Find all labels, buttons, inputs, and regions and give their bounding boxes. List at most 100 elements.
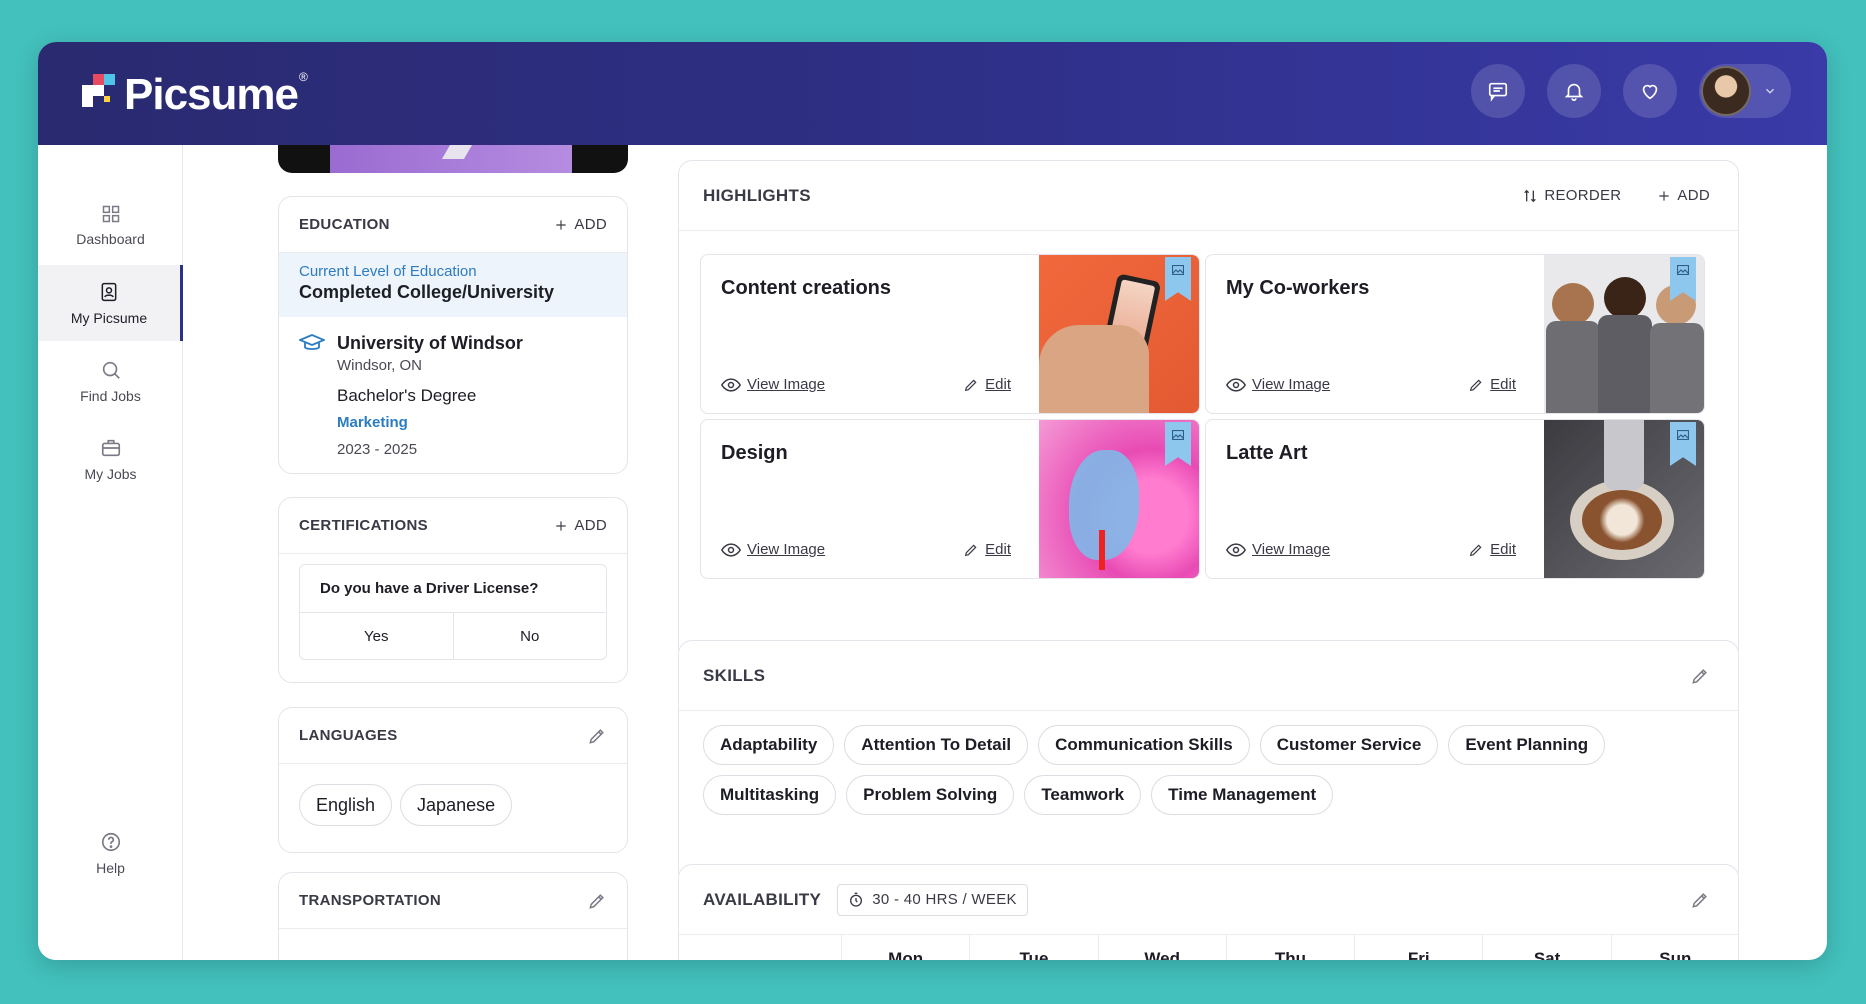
favorites-button[interactable]: [1623, 64, 1677, 118]
section-title: SKILLS: [703, 665, 766, 685]
hours-badge: 30 - 40 HRS / WEEK: [837, 883, 1028, 916]
sidebar-item-find-jobs[interactable]: Find Jobs: [38, 343, 183, 419]
degree: Bachelor's Degree: [337, 386, 477, 405]
pencil-icon[interactable]: [1690, 890, 1710, 910]
sidebar-item-label: My Jobs: [84, 465, 137, 482]
current-education-level: Current Level of Education Completed Col…: [279, 253, 627, 317]
highlight-card[interactable]: Content creations View Image Edit: [700, 254, 1200, 414]
section-title: LANGUAGES: [299, 727, 398, 744]
pencil-icon: [964, 378, 977, 391]
logo-mark: [82, 74, 116, 116]
sidebar-item-help[interactable]: Help: [38, 815, 183, 891]
highlight-title: Latte Art: [1226, 442, 1308, 464]
cover-image: [278, 145, 628, 173]
edit-link[interactable]: Edit: [1468, 541, 1516, 558]
skill-chip: Event Planning: [1448, 725, 1606, 765]
reorder-button[interactable]: REORDER: [1522, 187, 1621, 204]
eye-icon: [721, 377, 741, 392]
skill-chip: Teamwork: [1024, 775, 1142, 815]
skills-row-2: Multitasking Problem Solving Teamwork Ti…: [679, 765, 1738, 815]
school-name: University of Windsor: [337, 333, 523, 353]
logo-text: Picsume®: [124, 70, 308, 119]
driver-license-question: Do you have a Driver License? Yes No: [299, 564, 607, 660]
sidebar-item-my-picsume[interactable]: My Picsume: [38, 265, 183, 341]
no-option[interactable]: No: [454, 613, 607, 659]
sidebar-item-label: Dashboard: [76, 230, 145, 247]
sidebar-item-label: Help: [96, 859, 125, 876]
add-education-button[interactable]: ADD: [554, 216, 607, 233]
school-location: Windsor, ON: [337, 357, 423, 374]
language-chip: English: [299, 784, 393, 826]
top-bar: Picsume®: [38, 42, 1827, 145]
current-education-value: Completed College/University: [299, 282, 555, 302]
highlight-title: Design: [721, 442, 788, 464]
help-icon: [101, 832, 120, 851]
current-education-label: Current Level of Education: [299, 263, 477, 280]
heart-icon: [1642, 84, 1658, 100]
section-title: AVAILABILITY: [703, 889, 822, 909]
sort-icon: [1524, 189, 1537, 202]
grid-icon: [102, 205, 119, 222]
sidebar-item-my-jobs[interactable]: My Jobs: [38, 421, 183, 497]
skill-chip: Time Management: [1151, 775, 1334, 815]
add-certification-button[interactable]: ADD: [554, 517, 607, 534]
highlight-card[interactable]: My Co-workers View Image Edit: [1205, 254, 1705, 414]
highlight-card[interactable]: Latte Art View Image Edit: [1205, 419, 1705, 579]
skill-chip: Attention To Detail: [844, 725, 1029, 765]
logo[interactable]: Picsume®: [82, 70, 308, 120]
sidebar: Dashboard My Picsume Find Jobs My Jobs H…: [38, 145, 183, 960]
yes-option[interactable]: Yes: [300, 613, 454, 659]
notifications-button[interactable]: [1547, 64, 1601, 118]
eye-icon: [1226, 542, 1246, 557]
language-chip: Japanese: [400, 784, 513, 826]
edit-link[interactable]: Edit: [963, 376, 1011, 393]
edit-link[interactable]: Edit: [963, 541, 1011, 558]
bell-icon: [1564, 83, 1584, 101]
section-title: TRANSPORTATION: [299, 892, 441, 909]
stopwatch-icon: [850, 892, 863, 907]
highlight-title: My Co-workers: [1226, 277, 1370, 299]
pencil-icon[interactable]: [587, 891, 607, 911]
chat-icon: [1488, 82, 1508, 102]
plus-icon: [556, 219, 567, 230]
education-years: 2023 - 2025: [337, 441, 418, 458]
education-entry[interactable]: University of Windsor Windsor, ON Bachel…: [279, 317, 627, 458]
education-panel: EDUCATION ADD Current Level of Education…: [278, 196, 628, 474]
pencil-icon: [1469, 378, 1482, 391]
day-header: Sat: [1482, 935, 1610, 960]
day-header: Thu: [1225, 935, 1354, 960]
view-image-link[interactable]: View Image: [721, 376, 825, 393]
messages-button[interactable]: [1471, 64, 1525, 118]
profile-icon: [101, 282, 117, 301]
day-header: Wed: [1097, 935, 1226, 960]
add-highlight-button[interactable]: ADD: [1657, 187, 1710, 204]
question-text: Do you have a Driver License?: [300, 565, 606, 613]
day-header: Sun: [1610, 935, 1739, 960]
section-title: EDUCATION: [299, 216, 390, 233]
highlight-card[interactable]: Design View Image Edit: [700, 419, 1200, 579]
day-header: Tue: [969, 935, 1097, 960]
eye-icon: [1226, 377, 1246, 392]
section-title: CERTIFICATIONS: [299, 517, 428, 534]
skill-chip: Customer Service: [1259, 725, 1439, 765]
pencil-icon: [964, 543, 977, 556]
app-window: Picsume® Dashboard My Picsume Find Jobs …: [38, 42, 1827, 960]
sidebar-item-dashboard[interactable]: Dashboard: [38, 187, 183, 263]
avatar: [1701, 66, 1751, 116]
sidebar-item-label: Find Jobs: [80, 387, 141, 404]
skills-row-1: Adaptability Attention To Detail Communi…: [679, 711, 1738, 765]
highlight-title: Content creations: [721, 277, 892, 299]
view-image-link[interactable]: View Image: [721, 541, 825, 558]
pencil-icon[interactable]: [587, 726, 607, 746]
edit-link[interactable]: Edit: [1468, 376, 1516, 393]
pencil-icon: [1469, 543, 1482, 556]
view-image-link[interactable]: View Image: [1226, 376, 1330, 393]
pencil-icon[interactable]: [1690, 666, 1710, 686]
briefcase-icon: [101, 439, 120, 456]
day-header: Fri: [1354, 935, 1482, 960]
plus-icon: [556, 520, 567, 531]
plus-icon: [1659, 190, 1670, 201]
view-image-link[interactable]: View Image: [1226, 541, 1330, 558]
account-menu[interactable]: [1699, 64, 1791, 118]
certifications-panel: CERTIFICATIONS ADD Do you have a Driver …: [278, 497, 628, 683]
